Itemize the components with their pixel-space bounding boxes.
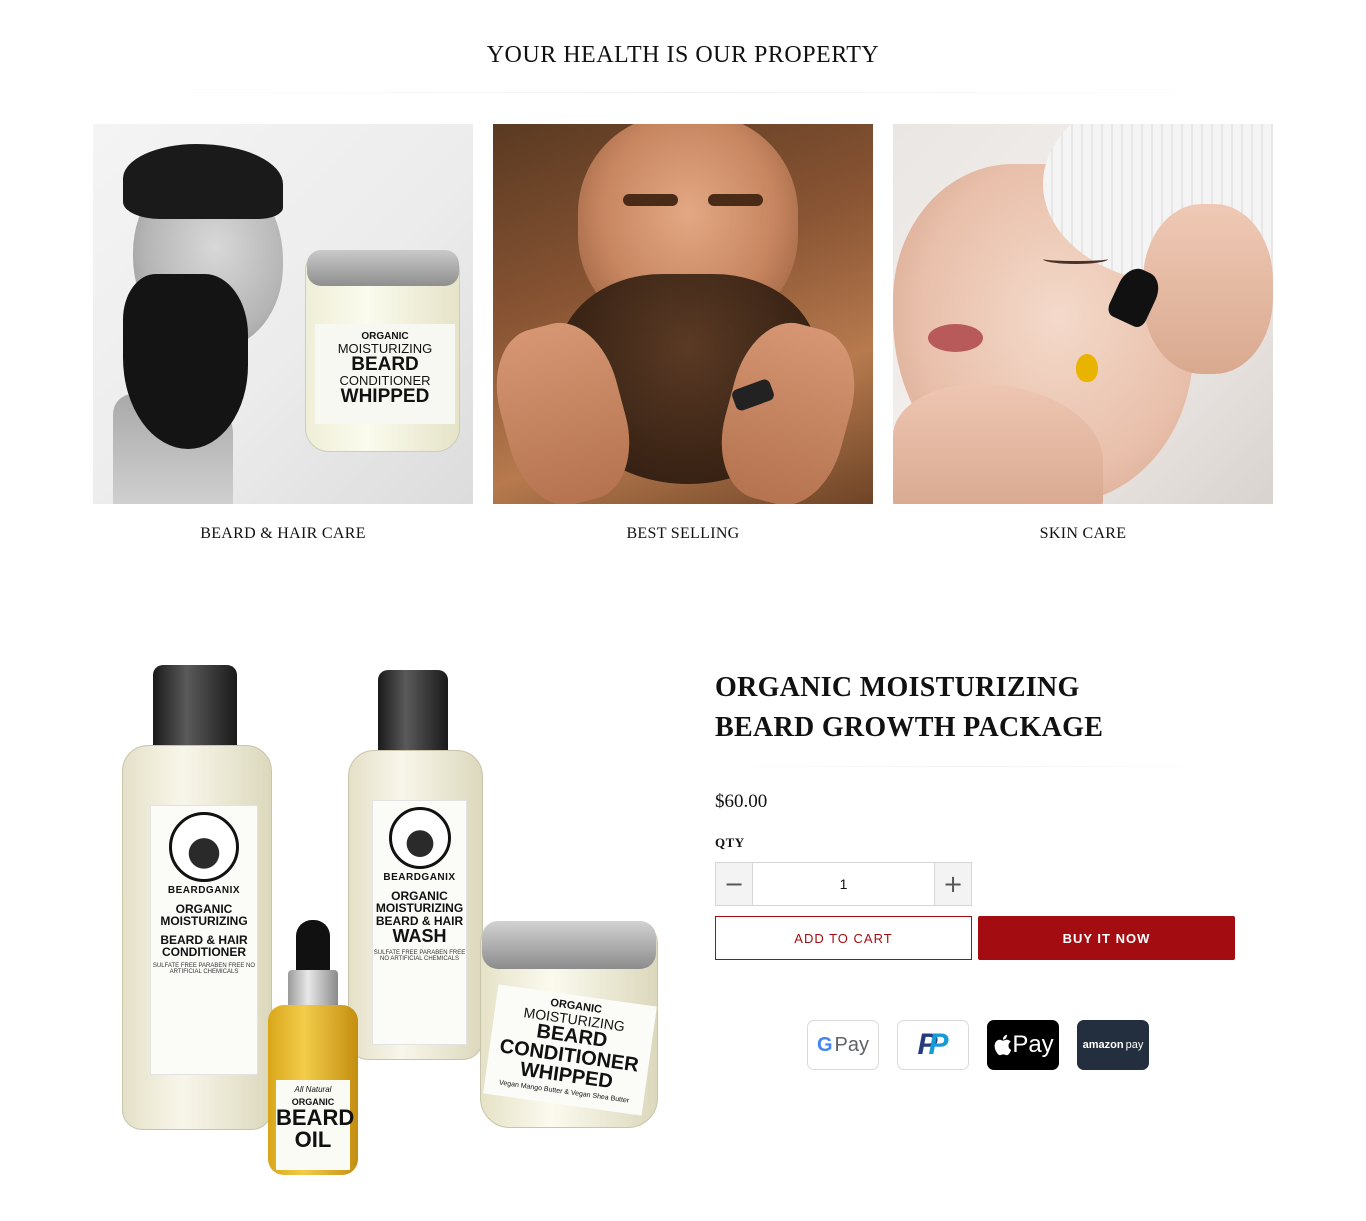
- divider: [715, 766, 1220, 767]
- model-brow: [708, 194, 763, 206]
- label-line: ORGANIC MOISTURIZING: [160, 901, 248, 929]
- product-image[interactable]: BEARDGANIX ORGANIC MOISTURIZING BEARD & …: [110, 655, 670, 1185]
- minus-icon[interactable]: −: [716, 863, 753, 905]
- collection-beard-hair-care[interactable]: ORGANIC MOISTURIZING BEARD CONDITIONER W…: [93, 124, 473, 543]
- apple-pay-icon: Pay: [987, 1020, 1059, 1070]
- dropper-neck: [288, 970, 338, 1010]
- oil-drop: [1076, 354, 1098, 382]
- label-line: BEARD OIL: [276, 1105, 355, 1152]
- product-info: ORGANIC MOISTURIZING BEARD GROWTH PACKAG…: [715, 668, 1235, 960]
- apple-logo-icon: [994, 1034, 1012, 1056]
- action-buttons: ADD TO CART BUY IT NOW: [715, 916, 1235, 960]
- conditioner-label: BEARDGANIX ORGANIC MOISTURIZING BEARD & …: [150, 805, 258, 1075]
- label-line: ORGANIC MOISTURIZING BEARD & HAIR: [375, 888, 464, 928]
- wash-label: BEARDGANIX ORGANIC MOISTURIZING BEARD & …: [372, 800, 467, 1045]
- payment-icons: G Pay PP Pay amazon pay: [807, 1020, 1149, 1070]
- paypal-icon: PP: [897, 1020, 969, 1070]
- paypal-p: P: [928, 1028, 949, 1061]
- add-to-cart-button[interactable]: ADD TO CART: [715, 916, 972, 960]
- divider: [93, 92, 1273, 93]
- label-small: SULFATE FREE PARABEN FREE NO ARTIFICIAL …: [152, 962, 256, 976]
- jar-label-line: WHIPPED: [340, 386, 430, 407]
- label-line: BEARD & HAIR CONDITIONER: [160, 932, 248, 960]
- buy-it-now-button[interactable]: BUY IT NOW: [978, 916, 1235, 960]
- collection-image-beard-hair-care[interactable]: ORGANIC MOISTURIZING BEARD CONDITIONER W…: [93, 124, 473, 504]
- label-small: SULFATE FREE PARABEN FREE NO ARTIFICIAL …: [373, 950, 466, 963]
- model-hand: [1143, 204, 1273, 374]
- model-lips: [928, 324, 983, 352]
- model-beard: [123, 274, 248, 449]
- quantity-stepper: − +: [715, 862, 972, 906]
- beard-oil-bottle: All Natural ORGANIC BEARD OIL: [268, 920, 358, 1175]
- jar-label-line: BEARD: [351, 354, 419, 375]
- plus-icon[interactable]: +: [934, 863, 971, 905]
- label-line: All Natural: [294, 1085, 332, 1094]
- collection-label[interactable]: BEST SELLING: [493, 525, 873, 543]
- collection-label[interactable]: SKIN CARE: [893, 525, 1273, 543]
- section-title: YOUR HEALTH IS OUR PROPERTY: [486, 42, 880, 68]
- product-price: $60.00: [715, 791, 768, 812]
- label-brand: BEARDGANIX: [383, 872, 456, 883]
- bottle-cap: [378, 670, 448, 755]
- apple-pay-text: Pay: [1012, 1031, 1054, 1058]
- model-hair: [123, 144, 283, 219]
- whipped-label: ORGANIC MOISTURIZING BEARD CONDITIONER W…: [483, 984, 657, 1116]
- label-brand: BEARDGANIX: [167, 885, 241, 896]
- google-pay-icon: G Pay: [807, 1020, 879, 1070]
- quantity-input[interactable]: [753, 863, 934, 905]
- gpay-g: G: [816, 1033, 833, 1056]
- dropper-bulb: [296, 920, 330, 975]
- collection-best-selling[interactable]: BEST SELLING: [493, 124, 873, 543]
- collection-skin-care[interactable]: SKIN CARE: [893, 124, 1273, 543]
- jar-label: ORGANIC MOISTURIZING BEARD CONDITIONER W…: [315, 324, 455, 424]
- amazon-text: amazon: [1082, 1039, 1124, 1051]
- collection-label[interactable]: BEARD & HAIR CARE: [93, 525, 473, 543]
- amazon-pay-text: pay: [1125, 1039, 1144, 1051]
- amazon-pay-icon: amazon pay: [1077, 1020, 1149, 1070]
- model-brow: [623, 194, 678, 206]
- collection-image-best-selling[interactable]: [493, 124, 873, 504]
- brand-logo-icon: [169, 812, 239, 882]
- qty-label: QTY: [715, 835, 745, 850]
- product-title: ORGANIC MOISTURIZING BEARD GROWTH PACKAG…: [715, 672, 1104, 743]
- jar-lid: [482, 921, 656, 969]
- brand-logo-icon: [388, 807, 451, 869]
- jar-lid: [307, 250, 459, 286]
- gpay-text: Pay: [834, 1033, 870, 1056]
- label-line: WASH: [392, 926, 447, 947]
- model-eye: [1043, 254, 1108, 264]
- collection-image-skin-care[interactable]: [893, 124, 1273, 504]
- oil-label: All Natural ORGANIC BEARD OIL: [276, 1080, 355, 1170]
